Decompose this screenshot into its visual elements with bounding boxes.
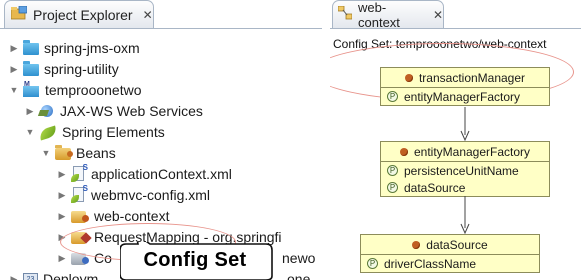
tree-item-label: webmvc-config.xml (91, 187, 211, 203)
bean-header: dataSource (361, 235, 539, 255)
expand-arrow-icon[interactable]: ▶ (56, 253, 68, 264)
bean-transactionmanager[interactable]: transactionManager P entityManagerFactor… (380, 67, 550, 106)
tab-label: web-context (358, 0, 400, 30)
tree-item-label: Spring Elements (62, 124, 165, 140)
deployment-descriptor-icon: 23 (23, 272, 38, 280)
expand-arrow-icon[interactable]: ▶ (56, 211, 68, 222)
property-icon: P (387, 165, 398, 176)
folder-icon (23, 40, 39, 55)
bean-icon (404, 73, 413, 82)
tree-item-spring-elements[interactable]: ▼ Spring Elements (24, 122, 165, 142)
expand-arrow-icon[interactable]: ▶ (8, 43, 20, 54)
property-name: entityManagerFactory (404, 89, 521, 104)
bean-name: dataSource (426, 237, 488, 252)
config-set-callout: Config Set (120, 242, 280, 280)
partial-label: one (287, 271, 311, 280)
beans-folder-icon (55, 145, 73, 160)
tab-web-context[interactable]: web-context ✕ (332, 0, 444, 30)
folder-icon (23, 61, 39, 76)
web-services-icon (37, 104, 55, 118)
property-icon: P (367, 258, 378, 269)
bean-icon (399, 147, 408, 156)
config-set-icon (71, 209, 89, 223)
bean-property[interactable]: P dataSource (381, 179, 549, 196)
property-name: dataSource (404, 180, 466, 195)
spring-xml-file-icon: S (71, 184, 88, 203)
tab-label: Project Explorer (33, 6, 133, 23)
bean-entitymanagerfactory[interactable]: entityManagerFactory P persistenceUnitNa… (380, 141, 550, 197)
tree-item-label: spring-jms-oxm (44, 40, 140, 56)
tree-item-applicationcontext-xml[interactable]: ▶ S applicationContext.xml (56, 163, 232, 184)
collapse-arrow-icon[interactable]: ▼ (24, 127, 36, 137)
partial-label: newo (282, 250, 316, 266)
bean-property[interactable]: P persistenceUnitName (381, 162, 549, 179)
project-explorer-icon (10, 5, 28, 23)
expand-arrow-icon[interactable]: ▶ (8, 274, 20, 280)
expand-arrow-icon[interactable]: ▶ (24, 106, 36, 117)
property-icon: P (387, 182, 398, 193)
tree-item-label: Deploym (43, 271, 99, 280)
bean-icon (412, 240, 421, 249)
tree-item-webmvc-config-xml[interactable]: ▶ S webmvc-config.xml (56, 184, 211, 205)
tree-item-spring-utility[interactable]: ▶ spring-utility (8, 59, 119, 79)
expand-arrow-icon[interactable]: ▶ (8, 64, 20, 75)
tree-item-temprooonetwo[interactable]: ▼ M temprooonetwo (8, 80, 142, 100)
maven-spring-project-icon: M (23, 81, 40, 97)
property-icon: P (387, 91, 398, 102)
callout-label: Config Set (143, 249, 247, 271)
tree-item-label: JAX-WS Web Services (60, 103, 203, 119)
bean-header: entityManagerFactory (381, 142, 549, 162)
bean-header: transactionManager (381, 68, 549, 88)
bean-name: transactionManager (418, 70, 526, 85)
web-context-editor: web-context ✕ Config Set: temprooonetwo/… (330, 0, 581, 280)
bean-datasource[interactable]: dataSource P driverClassName (360, 234, 540, 273)
property-name: persistenceUnitName (404, 163, 519, 178)
project-explorer-view: Project Explorer ✕ ▶ spring-jms-oxm ▶ sp… (0, 0, 322, 280)
bean-property[interactable]: P driverClassName (361, 255, 539, 272)
bean-property[interactable]: P entityManagerFactory (381, 88, 549, 105)
collapse-arrow-icon[interactable]: ▼ (40, 148, 52, 158)
tree-item-deployment-tail: one (287, 269, 310, 280)
expand-arrow-icon[interactable]: ▶ (56, 169, 68, 180)
bean-graph-icon (337, 5, 353, 23)
tree-item-label: applicationContext.xml (91, 166, 232, 182)
close-icon[interactable]: ✕ (143, 8, 153, 22)
spring-xml-file-icon: S (71, 163, 88, 182)
tree-item-label: web-context (94, 208, 170, 224)
property-name: driverClassName (384, 256, 477, 271)
close-icon[interactable]: ✕ (433, 8, 443, 22)
tree-item-beans[interactable]: ▼ Beans (40, 143, 116, 163)
reference-arrow-icon (460, 107, 470, 141)
tree-item-label: Beans (76, 145, 116, 161)
tree-item-label: temprooonetwo (45, 82, 142, 98)
tab-project-explorer[interactable]: Project Explorer ✕ (4, 0, 154, 28)
reference-arrow-icon (460, 196, 470, 234)
expand-arrow-icon[interactable]: ▶ (56, 190, 68, 201)
tree-item-co-tail: newo (282, 248, 315, 268)
spring-leaf-icon (37, 125, 59, 141)
tree-item-spring-jms-oxm[interactable]: ▶ spring-jms-oxm (8, 38, 140, 58)
tree-item-deployment[interactable]: ▶ 23 Deploym (8, 269, 98, 280)
bean-name: entityManagerFactory (413, 144, 531, 159)
tree-item-label: spring-utility (44, 61, 119, 77)
tree-item-jax-ws[interactable]: ▶ JAX-WS Web Services (24, 101, 203, 121)
collapse-arrow-icon[interactable]: ▼ (8, 85, 20, 95)
bean-graph-canvas: Config Set: temprooonetwo/web-context tr… (330, 28, 581, 280)
